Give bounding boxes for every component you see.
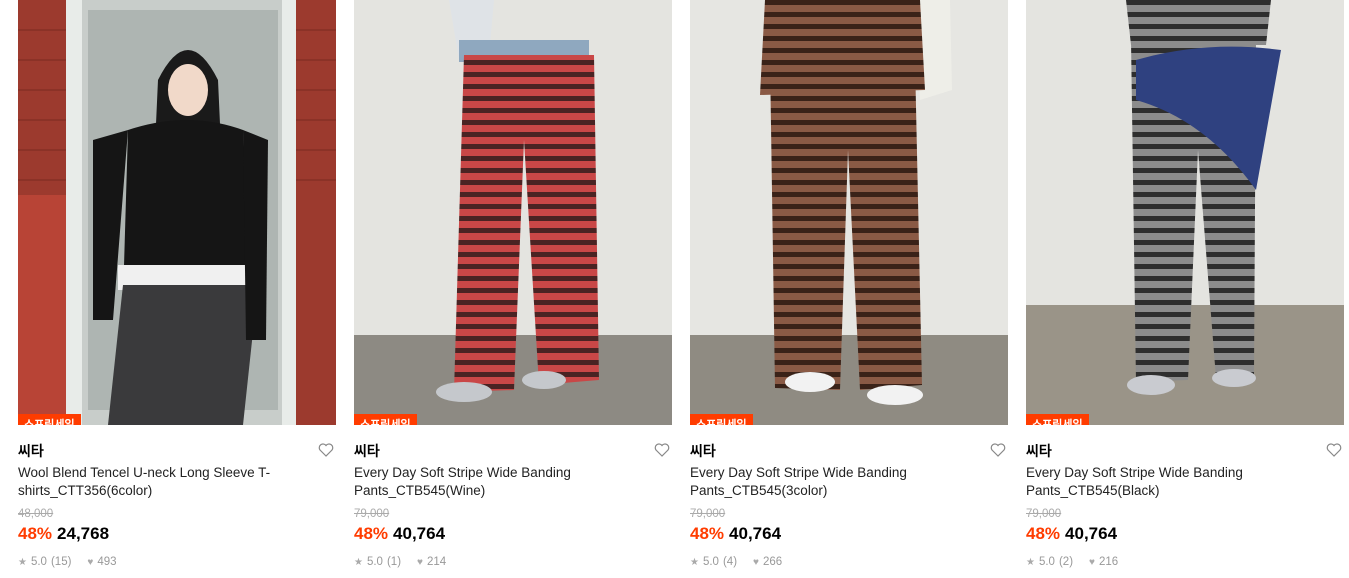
- discount-rate: 48%: [1026, 524, 1061, 543]
- original-price: 79,000: [354, 508, 390, 520]
- product-meta: ★ 5.0 (2) ♥ 216: [1026, 556, 1118, 568]
- product-image[interactable]: 스프링세일: [690, 0, 1008, 425]
- rating: 5.0: [702, 556, 719, 568]
- discount-rate: 48%: [690, 524, 725, 543]
- brand-name[interactable]: 씨타: [18, 441, 44, 461]
- brand-name[interactable]: 씨타: [690, 441, 716, 461]
- sale-badge: 스프링세일: [18, 414, 81, 425]
- star-icon: ★: [690, 556, 699, 568]
- rating: 5.0: [30, 556, 47, 568]
- product-meta: ★ 5.0 (1) ♥ 214: [354, 556, 446, 568]
- product-grid: 스프링세일 씨타 Wool Blend Tencel U-neck Long S…: [0, 0, 1349, 578]
- review-count: (4): [722, 556, 738, 568]
- sale-price: 40,764: [1065, 524, 1118, 543]
- product-title[interactable]: Every Day Soft Stripe Wide Banding Pants…: [1026, 464, 1306, 500]
- product-image[interactable]: 스프링세일: [18, 0, 336, 425]
- review-count: (1): [386, 556, 402, 568]
- like-count: 493: [97, 556, 117, 568]
- price-row: 48% 40,764: [354, 524, 445, 544]
- product-image[interactable]: 스프링세일: [1026, 0, 1344, 425]
- sale-badge: 스프링세일: [1026, 414, 1089, 425]
- heart-filled-icon: ♥: [1089, 556, 1095, 568]
- star-icon: ★: [354, 556, 363, 568]
- heart-outline-icon[interactable]: [318, 442, 334, 458]
- price-row: 48% 40,764: [1026, 524, 1117, 544]
- product-card[interactable]: 스프링세일 씨타 Every Day Soft Stripe Wide Band…: [1026, 0, 1344, 578]
- heart-filled-icon: ♥: [87, 556, 94, 568]
- star-icon: ★: [1026, 556, 1035, 568]
- like-count: 216: [1098, 556, 1119, 568]
- original-price: 48,000: [18, 508, 54, 520]
- product-title[interactable]: Wool Blend Tencel U-neck Long Sleeve T-s…: [18, 464, 298, 500]
- review-count: (15): [50, 556, 72, 568]
- like-count: 214: [426, 556, 447, 568]
- star-icon: ★: [18, 556, 27, 568]
- heart-outline-icon[interactable]: [990, 442, 1006, 458]
- sale-price: 40,764: [393, 524, 446, 543]
- sale-price: 24,768: [57, 524, 110, 543]
- rating: 5.0: [1038, 556, 1055, 568]
- product-meta: ★ 5.0 (4) ♥ 266: [690, 556, 782, 568]
- heart-filled-icon: ♥: [753, 556, 759, 568]
- price-row: 48% 40,764: [690, 524, 781, 544]
- sale-badge: 스프링세일: [354, 414, 417, 425]
- sale-price: 40,764: [729, 524, 782, 543]
- brand-name[interactable]: 씨타: [354, 441, 380, 461]
- heart-outline-icon[interactable]: [654, 442, 670, 458]
- product-title[interactable]: Every Day Soft Stripe Wide Banding Pants…: [690, 464, 970, 500]
- product-card[interactable]: 스프링세일 씨타 Every Day Soft Stripe Wide Band…: [690, 0, 1008, 578]
- product-card[interactable]: 스프링세일 씨타 Every Day Soft Stripe Wide Band…: [354, 0, 672, 578]
- sale-badge: 스프링세일: [690, 414, 753, 425]
- brand-name[interactable]: 씨타: [1026, 441, 1052, 461]
- discount-rate: 48%: [18, 524, 53, 543]
- like-count: 266: [762, 556, 783, 568]
- product-title[interactable]: Every Day Soft Stripe Wide Banding Pants…: [354, 464, 634, 500]
- original-price: 79,000: [1026, 508, 1062, 520]
- product-image[interactable]: 스프링세일: [354, 0, 672, 425]
- product-card[interactable]: 스프링세일 씨타 Wool Blend Tencel U-neck Long S…: [18, 0, 336, 578]
- product-meta: ★ 5.0 (15) ♥ 493: [18, 556, 117, 568]
- heart-filled-icon: ♥: [417, 556, 423, 568]
- original-price: 79,000: [690, 508, 726, 520]
- review-count: (2): [1058, 556, 1074, 568]
- discount-rate: 48%: [354, 524, 389, 543]
- rating: 5.0: [366, 556, 383, 568]
- heart-outline-icon[interactable]: [1326, 442, 1342, 458]
- price-row: 48% 24,768: [18, 524, 109, 544]
